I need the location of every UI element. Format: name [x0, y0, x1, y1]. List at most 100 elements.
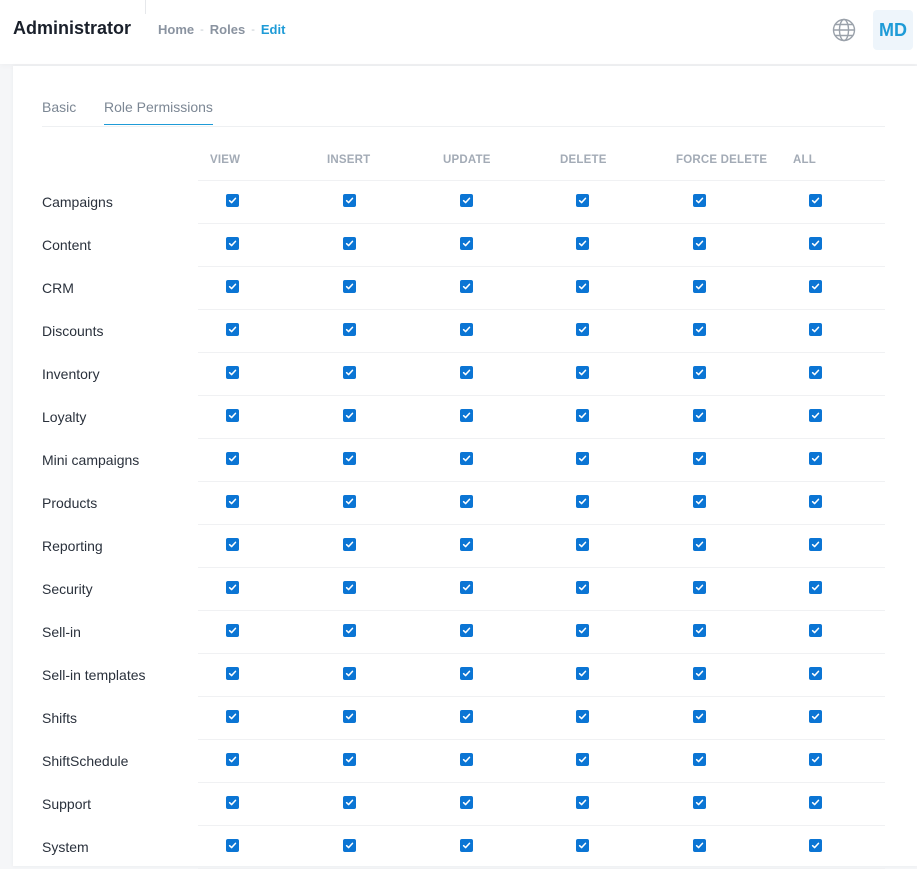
- checkbox-delete[interactable]: [576, 495, 589, 508]
- checkbox-all[interactable]: [809, 753, 822, 766]
- checkbox-update[interactable]: [460, 237, 473, 250]
- checkbox-view[interactable]: [226, 796, 239, 809]
- checkbox-insert[interactable]: [343, 710, 356, 723]
- checkbox-force-delete[interactable]: [693, 796, 706, 809]
- checkbox-update[interactable]: [460, 366, 473, 379]
- checkbox-insert[interactable]: [343, 667, 356, 680]
- checkbox-update[interactable]: [460, 452, 473, 465]
- checkbox-force-delete[interactable]: [693, 538, 706, 551]
- checkbox-force-delete[interactable]: [693, 194, 706, 207]
- checkbox-all[interactable]: [809, 323, 822, 336]
- checkbox-force-delete[interactable]: [693, 624, 706, 637]
- checkbox-update[interactable]: [460, 624, 473, 637]
- checkbox-insert[interactable]: [343, 323, 356, 336]
- checkbox-view[interactable]: [226, 538, 239, 551]
- checkbox-force-delete[interactable]: [693, 280, 706, 293]
- checkbox-force-delete[interactable]: [693, 495, 706, 508]
- checkbox-force-delete[interactable]: [693, 710, 706, 723]
- checkbox-force-delete[interactable]: [693, 366, 706, 379]
- checkbox-delete[interactable]: [576, 667, 589, 680]
- checkbox-force-delete[interactable]: [693, 753, 706, 766]
- checkbox-delete[interactable]: [576, 452, 589, 465]
- checkbox-delete[interactable]: [576, 237, 589, 250]
- checkbox-view[interactable]: [226, 409, 239, 422]
- checkbox-view[interactable]: [226, 710, 239, 723]
- checkbox-all[interactable]: [809, 452, 822, 465]
- checkbox-view[interactable]: [226, 667, 239, 680]
- checkbox-force-delete[interactable]: [693, 667, 706, 680]
- checkbox-force-delete[interactable]: [693, 839, 706, 852]
- checkbox-all[interactable]: [809, 538, 822, 551]
- checkbox-delete[interactable]: [576, 581, 589, 594]
- checkbox-insert[interactable]: [343, 194, 356, 207]
- avatar[interactable]: MD: [873, 10, 913, 50]
- checkbox-update[interactable]: [460, 839, 473, 852]
- checkbox-update[interactable]: [460, 495, 473, 508]
- checkbox-delete[interactable]: [576, 624, 589, 637]
- checkbox-delete[interactable]: [576, 538, 589, 551]
- checkbox-view[interactable]: [226, 495, 239, 508]
- checkbox-insert[interactable]: [343, 237, 356, 250]
- breadcrumb-home[interactable]: Home: [158, 22, 194, 37]
- checkbox-force-delete[interactable]: [693, 237, 706, 250]
- checkbox-view[interactable]: [226, 581, 239, 594]
- checkbox-update[interactable]: [460, 753, 473, 766]
- checkbox-delete[interactable]: [576, 753, 589, 766]
- checkbox-insert[interactable]: [343, 796, 356, 809]
- checkbox-all[interactable]: [809, 409, 822, 422]
- checkbox-force-delete[interactable]: [693, 581, 706, 594]
- checkbox-all[interactable]: [809, 839, 822, 852]
- checkbox-all[interactable]: [809, 495, 822, 508]
- checkbox-all[interactable]: [809, 194, 822, 207]
- checkbox-view[interactable]: [226, 323, 239, 336]
- checkbox-update[interactable]: [460, 409, 473, 422]
- checkbox-insert[interactable]: [343, 452, 356, 465]
- globe-icon[interactable]: [832, 18, 856, 42]
- checkbox-view[interactable]: [226, 624, 239, 637]
- checkbox-view[interactable]: [226, 753, 239, 766]
- checkbox-insert[interactable]: [343, 495, 356, 508]
- checkbox-view[interactable]: [226, 194, 239, 207]
- checkbox-all[interactable]: [809, 710, 822, 723]
- checkbox-insert[interactable]: [343, 753, 356, 766]
- checkbox-insert[interactable]: [343, 280, 356, 293]
- checkbox-update[interactable]: [460, 796, 473, 809]
- checkbox-view[interactable]: [226, 839, 239, 852]
- checkbox-update[interactable]: [460, 581, 473, 594]
- breadcrumb-roles[interactable]: Roles: [210, 22, 245, 37]
- checkbox-delete[interactable]: [576, 366, 589, 379]
- checkbox-force-delete[interactable]: [693, 323, 706, 336]
- checkbox-all[interactable]: [809, 667, 822, 680]
- checkbox-insert[interactable]: [343, 839, 356, 852]
- checkbox-update[interactable]: [460, 667, 473, 680]
- checkbox-view[interactable]: [226, 237, 239, 250]
- checkbox-update[interactable]: [460, 280, 473, 293]
- checkbox-delete[interactable]: [576, 796, 589, 809]
- checkbox-all[interactable]: [809, 624, 822, 637]
- checkbox-all[interactable]: [809, 366, 822, 379]
- checkbox-force-delete[interactable]: [693, 409, 706, 422]
- checkbox-all[interactable]: [809, 237, 822, 250]
- checkbox-all[interactable]: [809, 280, 822, 293]
- checkbox-insert[interactable]: [343, 366, 356, 379]
- checkbox-delete[interactable]: [576, 710, 589, 723]
- checkbox-update[interactable]: [460, 710, 473, 723]
- checkbox-delete[interactable]: [576, 194, 589, 207]
- checkbox-view[interactable]: [226, 452, 239, 465]
- checkbox-delete[interactable]: [576, 323, 589, 336]
- checkbox-update[interactable]: [460, 538, 473, 551]
- tab-basic[interactable]: Basic: [42, 99, 76, 124]
- checkbox-insert[interactable]: [343, 409, 356, 422]
- checkbox-all[interactable]: [809, 581, 822, 594]
- tab-role-permissions[interactable]: Role Permissions: [104, 99, 213, 125]
- checkbox-force-delete[interactable]: [693, 452, 706, 465]
- checkbox-insert[interactable]: [343, 581, 356, 594]
- checkbox-insert[interactable]: [343, 538, 356, 551]
- checkbox-update[interactable]: [460, 194, 473, 207]
- checkbox-delete[interactable]: [576, 280, 589, 293]
- checkbox-delete[interactable]: [576, 839, 589, 852]
- checkbox-insert[interactable]: [343, 624, 356, 637]
- checkbox-view[interactable]: [226, 280, 239, 293]
- checkbox-delete[interactable]: [576, 409, 589, 422]
- checkbox-all[interactable]: [809, 796, 822, 809]
